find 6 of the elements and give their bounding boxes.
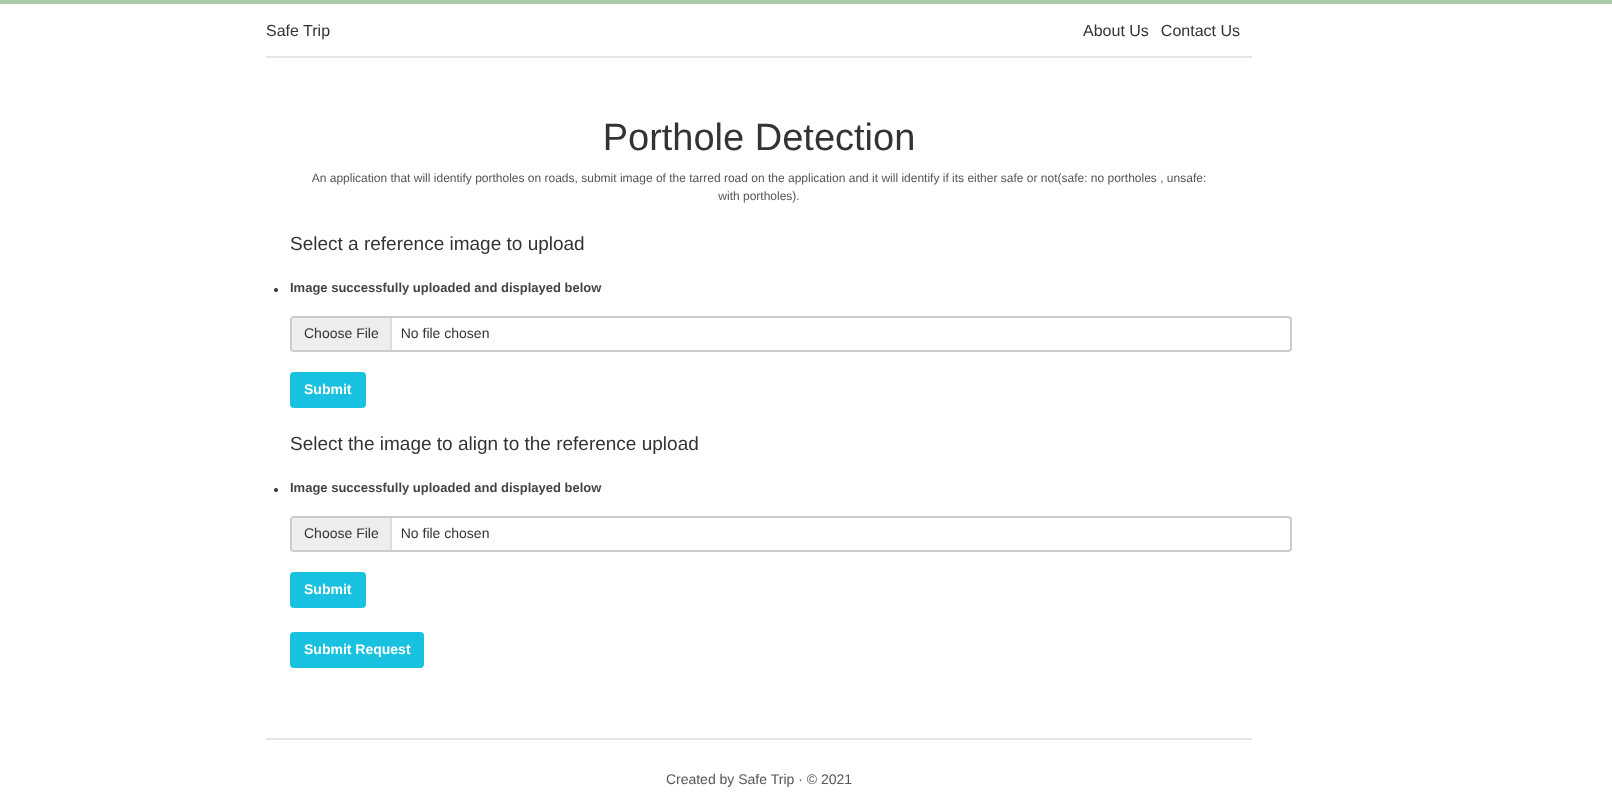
nav-link[interactable]: About Us bbox=[1083, 21, 1149, 39]
nav-link[interactable]: Contact Us bbox=[1160, 21, 1240, 39]
section-heading: Select the image to align to the reference upload bbox=[290, 432, 701, 460]
section-heading: Select a reference image to upload bbox=[290, 232, 587, 260]
brand-link[interactable]: Safe Trip bbox=[266, 21, 331, 39]
page-title: Porthole Detection bbox=[600, 118, 918, 162]
